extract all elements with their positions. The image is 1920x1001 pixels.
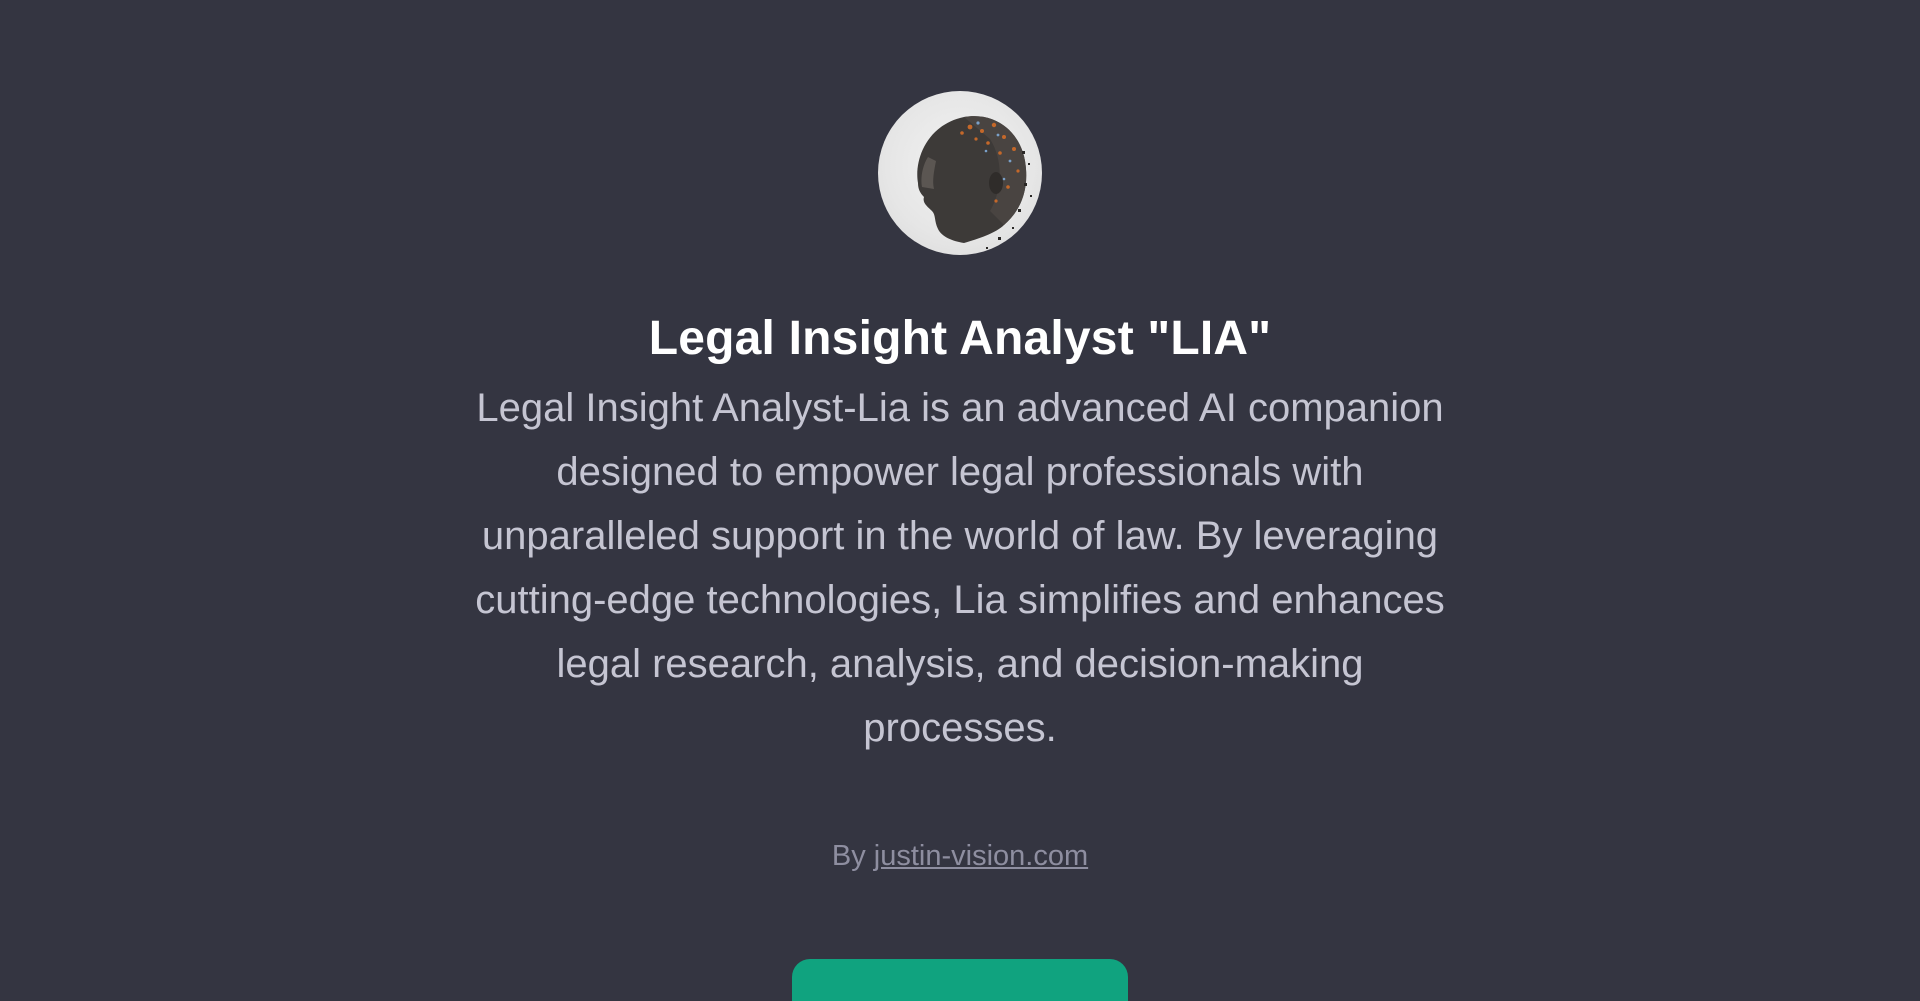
author-byline: By justin-vision.com — [0, 836, 1920, 876]
gpt-title: Legal Insight Analyst "LIA" — [648, 312, 1272, 365]
gpt-landing-page: Legal Insight Analyst "LIA" Legal Insigh… — [0, 0, 1920, 1001]
gpt-avatar — [878, 91, 1042, 255]
byline-prefix: By — [831, 840, 866, 872]
author-link[interactable]: justin-vision.com — [874, 840, 1088, 872]
start-chat-button[interactable] — [792, 959, 1128, 1001]
gpt-description: Legal Insight Analyst-Lia is an advanced… — [475, 386, 1445, 750]
digital-head-icon — [917, 116, 1032, 249]
